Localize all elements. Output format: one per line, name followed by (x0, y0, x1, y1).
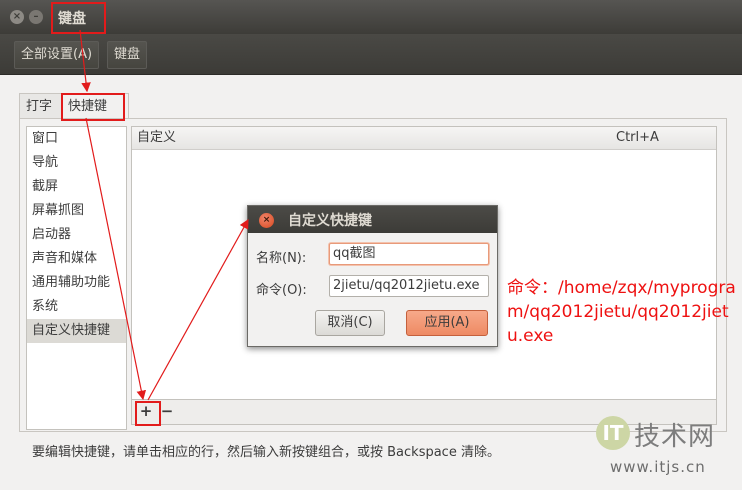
arrow-title-to-tab (79, 29, 91, 93)
arrow-add-to-dialog (147, 218, 249, 401)
watermark: IT 技术网 www.itjs.cn (596, 414, 736, 484)
arrow-tab-to-add (85, 117, 147, 401)
watermark-name: 技术网 (634, 422, 716, 452)
watermark-logo-icon: IT (596, 416, 630, 450)
watermark-url: www.itjs.cn (610, 458, 706, 476)
